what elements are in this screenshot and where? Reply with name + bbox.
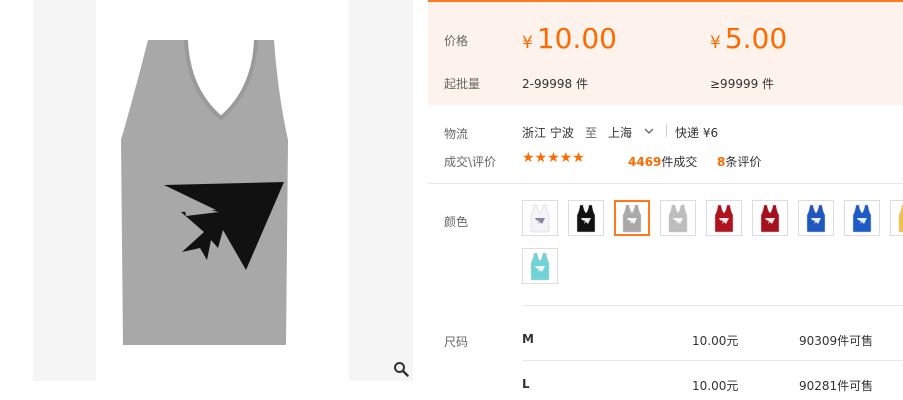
- color-swatch[interactable]: [844, 200, 880, 236]
- logistics-separator: [666, 124, 667, 137]
- product-gallery: [33, 0, 413, 381]
- tank-top-thumbnail: [760, 204, 780, 233]
- price-tier-2: ¥5.00: [710, 22, 787, 55]
- zoom-button[interactable]: [389, 357, 413, 381]
- deal-count-link[interactable]: 4469件成交: [628, 153, 697, 170]
- deal-count-suffix: 件成交: [661, 155, 698, 169]
- deals-label: 成交\评价: [444, 155, 497, 169]
- tank-top-thumbnail: [530, 204, 550, 233]
- moq-range-1: 2-99998 件: [522, 77, 588, 91]
- review-count-link[interactable]: 8条评价: [717, 153, 761, 170]
- price-box: 价格 起批量 ¥10.00 ¥5.00 2-99998 件 ≥99999 件: [428, 0, 903, 105]
- currency-symbol: ¥: [710, 33, 721, 53]
- price-value: 10.00: [536, 22, 617, 55]
- color-swatch[interactable]: [706, 200, 742, 236]
- size-label: 尺码: [444, 335, 469, 349]
- shipping-destination-select[interactable]: 上海: [608, 124, 632, 141]
- moq-range-2: ≥99999 件: [710, 77, 775, 91]
- tank-top-thumbnail: [714, 204, 734, 233]
- tank-top-thumbnail: [852, 204, 872, 233]
- size-name: M: [522, 332, 534, 346]
- color-swatch-list: [522, 198, 903, 288]
- row-divider: [522, 360, 903, 361]
- section-divider: [428, 183, 903, 184]
- shipping-origin: 浙江 宁波: [522, 126, 574, 140]
- tank-top-thumbnail: [806, 204, 826, 233]
- size-price: 10.00元: [692, 334, 739, 348]
- color-swatch[interactable]: [614, 200, 650, 236]
- size-name: L: [522, 377, 530, 391]
- color-swatch[interactable]: [798, 200, 834, 236]
- main-product-image[interactable]: [96, 0, 349, 381]
- moq-label: 起批量: [444, 77, 481, 91]
- express-fee: 快递 ¥6: [675, 126, 719, 140]
- tank-top-thumbnail: [622, 204, 642, 233]
- logistics-label: 物流: [444, 127, 469, 141]
- magnifier-icon: [394, 362, 409, 377]
- tank-top-thumbnail: [898, 204, 903, 233]
- tank-top-image: [121, 39, 288, 345]
- product-info-panel: 价格 起批量 ¥10.00 ¥5.00 2-99998 件 ≥99999 件 物…: [428, 0, 903, 400]
- chevron-down-icon[interactable]: [644, 124, 654, 143]
- color-swatch[interactable]: [890, 200, 903, 236]
- tank-top-thumbnail: [668, 204, 688, 233]
- color-swatch[interactable]: [752, 200, 788, 236]
- shipping-to-word: 至: [585, 126, 598, 140]
- review-count-suffix: 条评价: [725, 155, 762, 169]
- deal-count-number: 4469: [628, 155, 662, 169]
- size-row-l[interactable]: L 10.00元 90281件可售: [522, 377, 903, 397]
- color-swatch[interactable]: [522, 248, 558, 284]
- tank-top-thumbnail: [530, 252, 550, 281]
- rating-stars: ★★★★★: [522, 150, 585, 166]
- price-label: 价格: [444, 34, 469, 48]
- gallery-backdrop-right: [349, 0, 413, 381]
- currency-symbol: ¥: [522, 33, 533, 53]
- price-tier-1: ¥10.00: [522, 22, 617, 55]
- size-row-m[interactable]: M 10.00元 90309件可售: [522, 332, 903, 352]
- color-swatch[interactable]: [660, 200, 696, 236]
- size-stock: 90281件可售: [799, 379, 874, 393]
- color-swatch[interactable]: [522, 200, 558, 236]
- color-swatch[interactable]: [568, 200, 604, 236]
- tank-top-thumbnail: [576, 204, 596, 233]
- color-label: 颜色: [444, 215, 469, 229]
- section-divider: [522, 305, 903, 306]
- gallery-backdrop-left: [33, 0, 96, 381]
- price-value: 5.00: [724, 22, 788, 55]
- size-stock: 90309件可售: [799, 334, 874, 348]
- size-price: 10.00元: [692, 379, 739, 393]
